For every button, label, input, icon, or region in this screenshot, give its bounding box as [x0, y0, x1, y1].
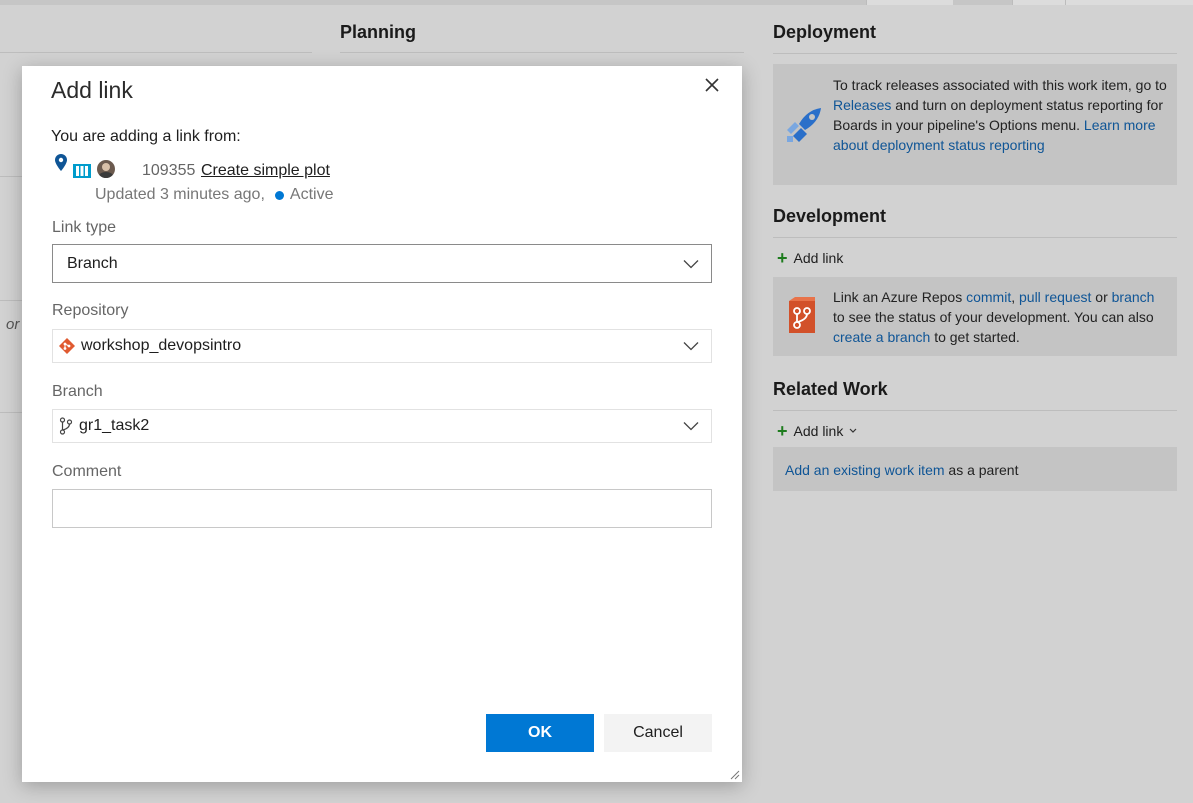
avatar	[97, 160, 115, 178]
add-link-dialog: Add link You are adding a link from: 109…	[22, 66, 742, 782]
as-parent-text: as a parent	[948, 462, 1019, 478]
divider	[340, 52, 744, 53]
source-work-item: 109355 Create simple plot	[51, 154, 691, 180]
chevron-down-icon	[683, 342, 699, 351]
bg-tab	[1012, 0, 1065, 5]
link-type-label: Link type	[52, 219, 117, 236]
development-info-box: Link an Azure Repos commit, pull request…	[773, 277, 1177, 356]
resize-grip-icon[interactable]	[728, 768, 740, 780]
add-link-label: Add link	[793, 423, 844, 439]
divider	[0, 412, 22, 413]
releases-link[interactable]: Releases	[833, 97, 891, 113]
ok-button[interactable]: OK	[486, 714, 594, 752]
divider	[0, 52, 312, 53]
commit-link[interactable]: commit	[966, 289, 1011, 305]
deployment-info-text: To track releases associated with this w…	[833, 75, 1167, 155]
development-text-3: to get started.	[934, 329, 1020, 345]
work-item-id: 109355	[142, 162, 196, 179]
plus-icon: +	[777, 248, 788, 268]
development-heading: Development	[773, 206, 887, 226]
or-text: or	[1095, 289, 1108, 305]
comma-text: ,	[1011, 289, 1016, 305]
or-text: or	[6, 316, 20, 333]
state-dot-icon	[274, 190, 284, 200]
work-item-title-link[interactable]: Create simple plot	[201, 162, 330, 180]
planning-heading: Planning	[340, 22, 416, 42]
existing-work-item-link[interactable]: Add an existing work item	[785, 462, 945, 478]
pipelines-icon	[785, 106, 823, 149]
comment-label: Comment	[52, 463, 122, 480]
branch-icon	[59, 417, 73, 435]
branch-link[interactable]: branch	[1112, 289, 1155, 305]
git-repo-icon	[59, 338, 75, 354]
add-link-label: Add link	[793, 250, 844, 266]
pull-request-link[interactable]: pull request	[1019, 289, 1091, 305]
divider	[0, 176, 22, 177]
repository-value: workshop_devopsintro	[81, 337, 242, 354]
work-item-meta: Updated 3 minutes ago, Active	[95, 186, 333, 204]
development-text-2: to see the status of your development. Y…	[833, 309, 1154, 325]
dialog-title: Add link	[51, 77, 133, 103]
divider	[773, 410, 1177, 411]
chevron-down-icon	[849, 428, 857, 433]
link-type-value: Branch	[67, 254, 118, 272]
comment-input[interactable]	[52, 489, 712, 528]
location-pin-icon	[55, 154, 67, 171]
create-branch-link[interactable]: create a branch	[833, 329, 930, 345]
deployment-info-box: To track releases associated with this w…	[773, 64, 1177, 185]
close-icon	[705, 78, 719, 92]
development-info-text: Link an Azure Repos commit, pull request…	[833, 287, 1167, 347]
user-story-icon	[73, 164, 91, 178]
repos-icon	[785, 297, 819, 340]
development-add-link-button[interactable]: + Add link	[777, 248, 844, 268]
deployment-heading: Deployment	[773, 22, 877, 42]
related-work-info-text: Add an existing work item as a parent	[785, 460, 1018, 480]
divider	[0, 300, 22, 301]
development-text-1: Link an Azure Repos	[833, 289, 963, 305]
divider	[773, 53, 1177, 54]
branch-value: gr1_task2	[79, 417, 150, 434]
deployment-text-1: To track releases associated with this w…	[833, 77, 1167, 93]
chevron-down-icon	[683, 259, 699, 268]
bg-tab	[1065, 0, 1193, 5]
related-work-add-link-button[interactable]: + Add link	[777, 421, 857, 441]
plus-icon: +	[777, 421, 788, 441]
close-button[interactable]	[702, 75, 722, 95]
repository-dropdown[interactable]: workshop_devopsintro	[52, 329, 712, 363]
related-work-heading: Related Work	[773, 379, 888, 399]
branch-dropdown[interactable]: gr1_task2	[52, 409, 712, 443]
repository-label: Repository	[52, 302, 129, 319]
related-work-info-box: Add an existing work item as a parent	[773, 447, 1177, 491]
adding-from-label: You are adding a link from:	[51, 128, 241, 145]
updated-text: Updated 3 minutes ago,	[95, 186, 265, 203]
branch-label: Branch	[52, 383, 103, 400]
bg-tab	[866, 0, 953, 5]
state-text: Active	[289, 186, 334, 203]
chevron-down-icon	[683, 422, 699, 431]
link-type-dropdown[interactable]: Branch	[52, 244, 712, 283]
divider	[773, 237, 1177, 238]
cancel-button[interactable]: Cancel	[604, 714, 712, 752]
